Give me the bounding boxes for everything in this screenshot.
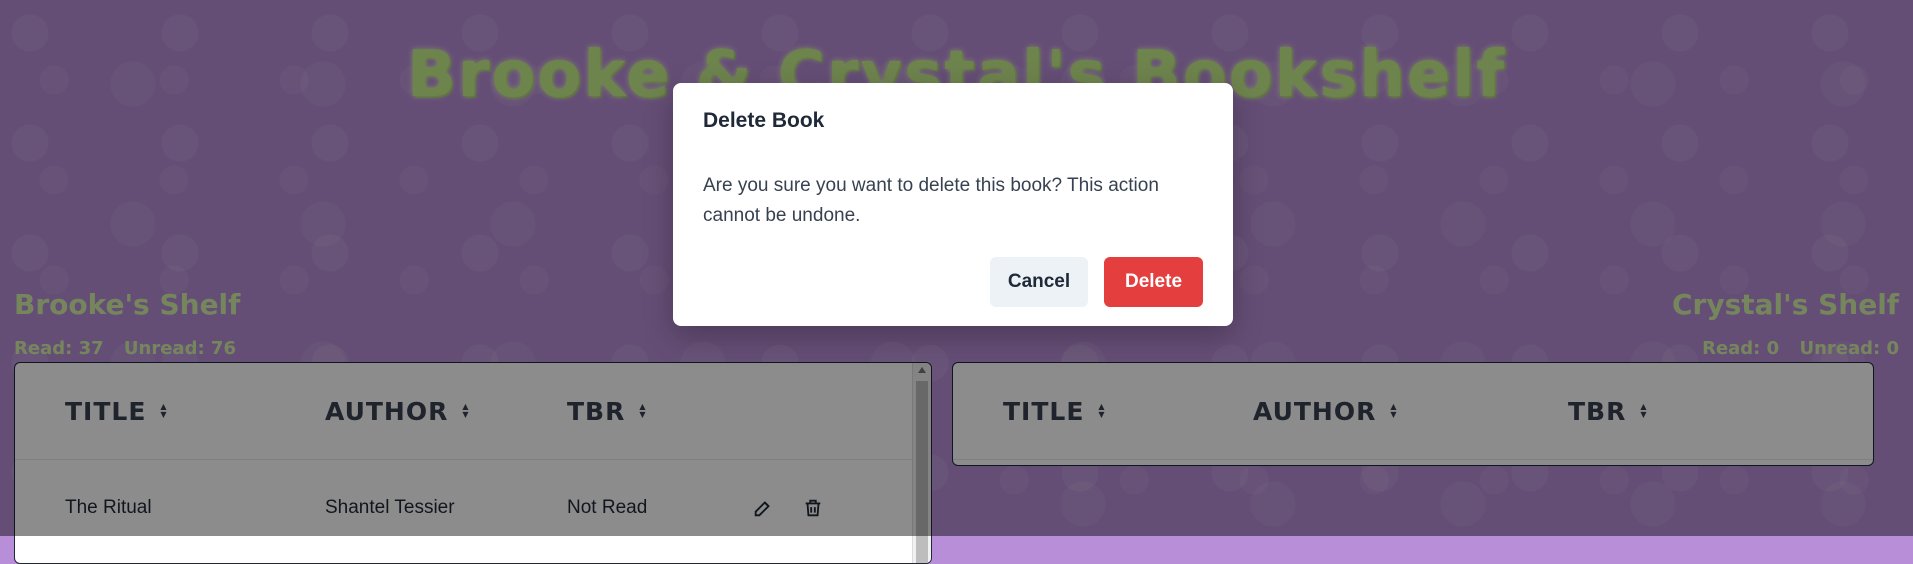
modal-message: Are you sure you want to delete this boo…	[703, 175, 1159, 226]
modal-title: Delete Book	[703, 109, 825, 132]
cancel-button[interactable]: Cancel	[990, 257, 1088, 307]
delete-button[interactable]: Delete	[1104, 257, 1203, 307]
delete-book-dialog: Delete Book Are you sure you want to del…	[673, 83, 1233, 326]
